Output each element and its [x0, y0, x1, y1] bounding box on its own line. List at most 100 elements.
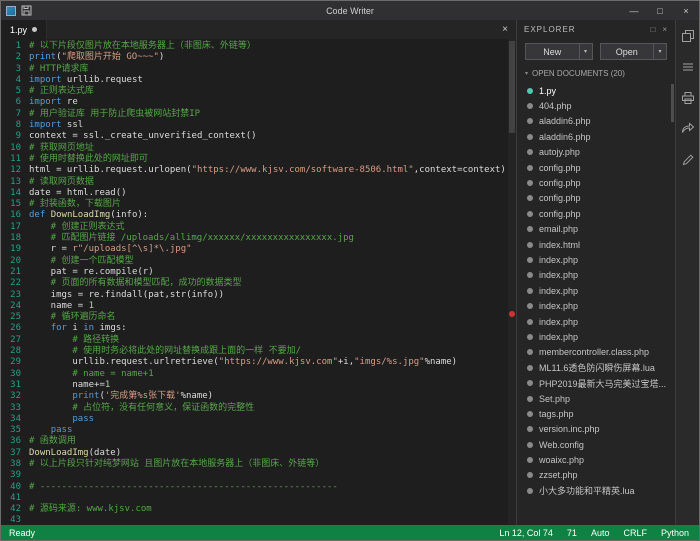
file-item[interactable]: index.php [517, 314, 675, 329]
code-line[interactable]: 12html = urllib.request.urlopen("https:/… [1, 165, 516, 176]
share-icon[interactable] [680, 121, 696, 137]
minimize-button[interactable]: — [621, 1, 647, 20]
close-button[interactable]: × [673, 1, 699, 20]
code-line[interactable]: 4import urllib.request [1, 75, 516, 86]
file-item[interactable]: index.php [517, 283, 675, 298]
status-item[interactable]: Python [661, 528, 689, 538]
code-line[interactable]: 2print("爬取图片开始 GO~~~") [1, 52, 516, 63]
print-icon[interactable] [680, 90, 696, 106]
code-line[interactable]: 27 # 路径转换 [1, 335, 516, 346]
code-line[interactable]: 1# 以下片段仅图片放在本地服务器上（非图床、外链等） [1, 41, 516, 52]
new-button-label[interactable]: New [526, 44, 579, 59]
open-documents-section[interactable]: ▾ OPEN DOCUMENTS (20) [517, 66, 675, 82]
code-line[interactable]: 40# ------------------------------------… [1, 482, 516, 493]
file-item[interactable]: 1.py [517, 83, 675, 98]
code-line[interactable]: 34 pass [1, 414, 516, 425]
code-line[interactable]: 35 pass [1, 425, 516, 436]
status-item[interactable]: Auto [591, 528, 610, 538]
file-item[interactable]: Web.config [517, 437, 675, 452]
file-item[interactable]: config.php [517, 160, 675, 175]
save-icon[interactable] [21, 5, 32, 16]
code-line[interactable]: 21 pat = re.compile(r) [1, 267, 516, 278]
panel-close-icon[interactable]: × [662, 25, 668, 34]
file-item[interactable]: woaixc.php [517, 452, 675, 467]
file-item[interactable]: aladdin6.php [517, 129, 675, 144]
status-item[interactable]: 71 [567, 528, 577, 538]
code-line[interactable]: 29 urllib.request.urlretrieve("https://w… [1, 357, 516, 368]
file-item[interactable]: autojy.php [517, 145, 675, 160]
code-line[interactable]: 39 [1, 470, 516, 481]
editor-scrollbar[interactable] [508, 39, 516, 525]
edit-icon[interactable] [680, 152, 696, 168]
code-line[interactable]: 17 # 创建正则表达式 [1, 222, 516, 233]
code-line[interactable]: 31 name+=1 [1, 380, 516, 391]
copy-icon[interactable] [680, 28, 696, 44]
code-line[interactable]: 19 r = r"/uploads[^\s]*\.jpg" [1, 244, 516, 255]
file-item[interactable]: Set.php [517, 391, 675, 406]
code-line[interactable]: 9context = ssl._create_unverified_contex… [1, 131, 516, 142]
file-item[interactable]: 小大多功能和平精英.lua [517, 483, 675, 498]
code-line[interactable]: 43 [1, 515, 516, 525]
code-line[interactable]: 7# 用户验证库 用于防止爬虫被网站封禁IP [1, 109, 516, 120]
panel-maximize-icon[interactable]: □ [650, 25, 656, 34]
new-button[interactable]: New ▾ [525, 43, 593, 60]
code-line[interactable]: 20 # 创建一个匹配模型 [1, 256, 516, 267]
editor-scrollbar-thumb[interactable] [509, 41, 515, 133]
file-item[interactable]: PHP2019最新大马完美过宝塔... [517, 375, 675, 390]
code-line[interactable]: 23 imgs = re.findall(pat,str(info)) [1, 290, 516, 301]
file-item[interactable]: config.php [517, 191, 675, 206]
file-item[interactable]: index.php [517, 298, 675, 313]
code-line[interactable]: 6import re [1, 97, 516, 108]
file-item[interactable]: index.php [517, 252, 675, 267]
code-line[interactable]: 36# 函数调用 [1, 436, 516, 447]
new-caret-icon[interactable]: ▾ [579, 44, 592, 59]
code-line[interactable]: 3# HTTP请求库 [1, 64, 516, 75]
code-line[interactable]: 30 # name = name+1 [1, 369, 516, 380]
file-item[interactable]: version.inc.php [517, 422, 675, 437]
code-line[interactable]: 41 [1, 493, 516, 504]
code-line[interactable]: 22 # 页面的所有数据和模型匹配，成功的数据类型 [1, 278, 516, 289]
status-item[interactable]: CRLF [623, 528, 647, 538]
file-item[interactable]: membercontroller.class.php [517, 345, 675, 360]
line-number: 38 [1, 459, 21, 470]
open-button[interactable]: Open ▾ [600, 43, 668, 60]
code-editor[interactable]: 1# 以下片段仅图片放在本地服务器上（非图床、外链等）2print("爬取图片开… [1, 39, 516, 525]
file-item[interactable]: 404.php [517, 98, 675, 113]
code-line[interactable]: 11# 使用时替换此处的网址即可 [1, 154, 516, 165]
code-line[interactable]: 24 name = 1 [1, 301, 516, 312]
code-line[interactable]: 18 # 匹配图片链接 /uploads/allimg/xxxxxx/xxxxx… [1, 233, 516, 244]
file-item[interactable]: tags.php [517, 406, 675, 421]
code-line[interactable]: 14date = html.read() [1, 188, 516, 199]
file-item[interactable]: email.php [517, 222, 675, 237]
file-item[interactable]: index.php [517, 329, 675, 344]
code-line[interactable]: 37DownLoadImg(date) [1, 448, 516, 459]
open-button-label[interactable]: Open [601, 44, 654, 59]
code-line[interactable]: 33 # 占位符，没有任何意义，保证函数的完整性 [1, 403, 516, 414]
file-item[interactable]: config.php [517, 175, 675, 190]
maximize-button[interactable]: □ [647, 1, 673, 20]
status-item[interactable]: Ln 12, Col 74 [499, 528, 553, 538]
file-item[interactable]: config.php [517, 206, 675, 221]
file-item[interactable]: ML11.6透色防闪瞬伤屏幕.lua [517, 360, 675, 375]
code-line[interactable]: 5# 正则表达式库 [1, 86, 516, 97]
file-item[interactable]: aladdin6.php [517, 114, 675, 129]
code-line[interactable]: 10# 获取网页地址 [1, 143, 516, 154]
code-line[interactable]: 15# 封装函数，下载图片 [1, 199, 516, 210]
tab-1py[interactable]: 1.py [1, 20, 47, 39]
file-item[interactable]: zzset.php [517, 468, 675, 483]
file-list-scrollbar[interactable] [671, 84, 674, 122]
code-line[interactable]: 16def DownLoadImg(info): [1, 210, 516, 221]
code-line[interactable]: 28 # 使用时务必将此处的网址替换成跟上面的一样 不要加/ [1, 346, 516, 357]
code-line[interactable]: 42# 源码来源: www.kjsv.com [1, 504, 516, 515]
code-line[interactable]: 13# 读取网页数据 [1, 177, 516, 188]
code-line[interactable]: 26 for i in imgs: [1, 323, 516, 334]
code-line[interactable]: 38# 以上片段只针对纯梦网站 且图片放在本地服务器上（非图床、外链等） [1, 459, 516, 470]
tab-close-icon[interactable]: × [494, 20, 516, 39]
code-line[interactable]: 8import ssl [1, 120, 516, 131]
file-item[interactable]: index.html [517, 237, 675, 252]
menu-icon[interactable] [680, 59, 696, 75]
code-line[interactable]: 25 # 循环遍历命名 [1, 312, 516, 323]
file-item[interactable]: index.php [517, 268, 675, 283]
code-line[interactable]: 32 print('完成第%s张下载'%name) [1, 391, 516, 402]
open-caret-icon[interactable]: ▾ [653, 44, 666, 59]
